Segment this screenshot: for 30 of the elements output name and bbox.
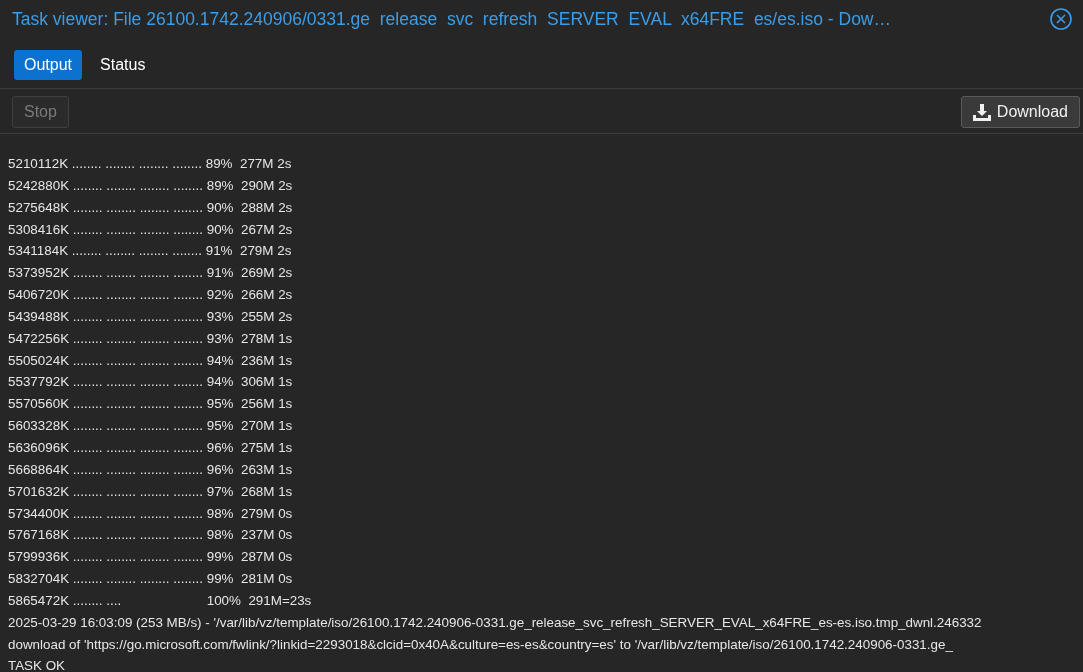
log-line: 5406720K ........ ........ ........ ........ 92% 266M 2s [8, 286, 293, 305]
window-title: Task viewer: File 26100.1742.240906/0331.ge release svc refresh SERVER EVAL x64FRE es/es.iso - Dow… [12, 8, 892, 30]
log-line: TASK OK [8, 657, 66, 672]
log-line: 5210112K ........ ........ ........ ........ 89% 277M 2s [8, 155, 292, 173]
tab[interactable]: Status [90, 50, 156, 80]
log-line: 5603328K ........ ........ ........ ........ 95% 270M 1s [8, 417, 293, 436]
log-line: 5799936K ........ ........ ........ ........ 99% 287M 0s [8, 548, 293, 567]
log-line: 2025-03-29 16:03:09 (253 MB/s) - '/var/lib/vz/template/iso/26100.1742.240906-0331.ge_release_svc_refresh_SERVER_EVAL_x64FRE_es-es.iso.tmp_dwnl.246332 [8, 613, 982, 632]
log-line: 5505024K ........ ........ ........ ........ 94% 236M 1s [8, 351, 293, 370]
log-line: download of 'https://go.microsoft.com/fwlink/?linkid=2293018&clcid=0x40A&culture=es-es&country=es' to '/var/lib/vz/template/iso/26100.1742.240906-0331.ge_ [8, 635, 953, 654]
log-line: 5865472K ........ .... 100% 291M=23s [8, 591, 312, 610]
log-line: 5373952K ........ ........ ........ ........ 91% 269M 2s [8, 264, 293, 283]
log-line: 5341184K ........ ........ ........ ........ 91% 279M 2s [8, 242, 292, 261]
log-line: 5832704K ........ ........ ........ ........ 99% 281M 0s [8, 570, 293, 589]
log-line: 5668864K ........ ........ ........ ........ 96% 263M 1s [8, 460, 293, 479]
close-icon[interactable] [1049, 7, 1073, 31]
log-line: 5767168K ........ ........ ........ ........ 98% 237M 0s [8, 526, 293, 545]
log-line: 5701632K ........ ........ ........ ........ 97% 268M 1s [8, 482, 293, 501]
download-button[interactable]: Download [960, 96, 1080, 128]
log-line: 5636096K ........ ........ ........ ........ 96% 275M 1s [8, 438, 293, 457]
log-line: 5734400K ........ ........ ........ ........ 98% 279M 0s [8, 504, 293, 523]
download-icon [972, 103, 991, 121]
tab[interactable]: Output [14, 50, 83, 80]
log-line: 5308416K ........ ........ ........ ........ 90% 267M 2s [8, 220, 293, 239]
log-line: 5537792K ........ ........ ........ ........ 94% 306M 1s [8, 373, 293, 392]
log-line: 5570560K ........ ........ ........ ........ 95% 256M 1s [8, 395, 293, 414]
log-line: 5275648K ........ ........ ........ ........ 90% 288M 2s [8, 198, 293, 217]
log-line: 5472256K ........ ........ ........ ........ 93% 278M 1s [8, 329, 293, 348]
log-line: 5439488K ........ ........ ........ ........ 93% 255M 2s [8, 307, 293, 326]
log-line: 5242880K ........ ........ ........ ........ 89% 290M 2s [8, 176, 293, 195]
